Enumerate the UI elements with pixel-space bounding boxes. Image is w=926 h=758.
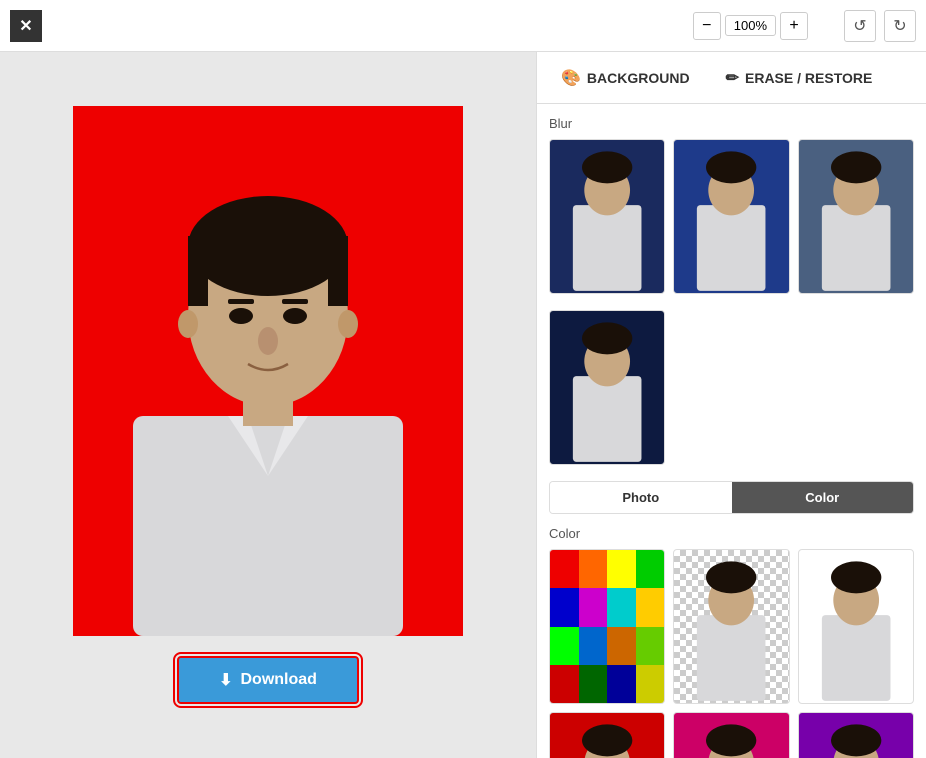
color-thumbnail-grid xyxy=(549,549,914,758)
blur-thumbnail-grid xyxy=(549,139,914,294)
zoom-value: 100% xyxy=(725,15,776,36)
redo-icon: ↻ xyxy=(893,16,906,36)
blur-section-label: Blur xyxy=(549,116,914,131)
main-content: ⬇ Download 🎨 BACKGROUND ✏ ERASE / RESTOR… xyxy=(0,52,926,758)
background-icon: 🎨 xyxy=(561,68,581,88)
zoom-out-button[interactable]: − xyxy=(693,12,721,40)
white-bg-thumb[interactable] xyxy=(798,549,914,704)
blur-thumb-1[interactable] xyxy=(549,139,665,294)
right-panel: 🎨 BACKGROUND ✏ ERASE / RESTORE Blur xyxy=(536,52,926,758)
zoom-out-icon: − xyxy=(702,17,711,35)
tab-background-label: BACKGROUND xyxy=(587,70,690,86)
blur-single-row xyxy=(549,310,914,465)
zoom-in-button[interactable]: + xyxy=(780,12,808,40)
blur-thumb-3[interactable] xyxy=(798,139,914,294)
zoom-in-icon: + xyxy=(789,17,798,35)
download-btn-wrapper: ⬇ Download xyxy=(177,656,359,704)
photo-tab-button[interactable]: Photo xyxy=(550,482,732,513)
right-header: 🎨 BACKGROUND ✏ ERASE / RESTORE xyxy=(537,52,926,104)
blur-thumb-2[interactable] xyxy=(673,139,789,294)
image-panel: ⬇ Download xyxy=(0,52,536,758)
right-content: Blur xyxy=(537,104,926,758)
pink-bg-thumb[interactable] xyxy=(673,712,789,758)
color-section-label: Color xyxy=(549,526,914,541)
redo-button[interactable]: ↻ xyxy=(884,10,916,42)
download-icon: ⬇ xyxy=(219,670,232,690)
close-icon: ✕ xyxy=(19,16,32,36)
close-button[interactable]: ✕ xyxy=(10,10,42,42)
tab-erase-restore-label: ERASE / RESTORE xyxy=(745,70,872,86)
tab-background[interactable]: 🎨 BACKGROUND xyxy=(553,64,698,92)
color-swatch-thumb[interactable] xyxy=(549,549,665,704)
undo-button[interactable]: ↺ xyxy=(844,10,876,42)
subject-image xyxy=(73,106,463,636)
erase-icon: ✏ xyxy=(726,68,739,88)
zoom-controls: − 100% + xyxy=(693,12,808,40)
download-button[interactable]: ⬇ Download xyxy=(177,656,359,704)
blur-thumb-4[interactable] xyxy=(549,310,665,465)
top-bar: ✕ − 100% + ↺ ↻ xyxy=(0,0,926,52)
purple-bg-thumb[interactable] xyxy=(798,712,914,758)
download-label: Download xyxy=(240,671,316,689)
image-container xyxy=(73,106,463,636)
person-svg xyxy=(73,106,463,636)
red-bg-thumb[interactable] xyxy=(549,712,665,758)
photo-color-tabs: Photo Color xyxy=(549,481,914,514)
tab-erase-restore[interactable]: ✏ ERASE / RESTORE xyxy=(718,64,881,92)
transparent-thumb[interactable] xyxy=(673,549,789,704)
undo-icon: ↺ xyxy=(853,16,866,36)
color-tab-button[interactable]: Color xyxy=(732,482,914,513)
